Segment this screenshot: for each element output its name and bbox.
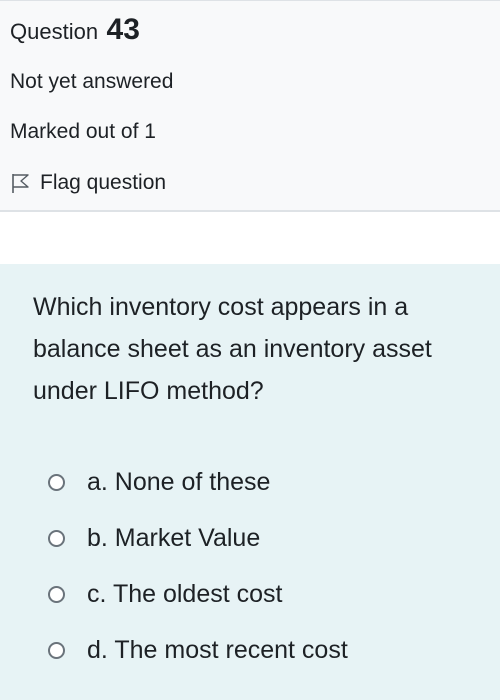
question-state: Not yet answered xyxy=(10,70,174,93)
answer-label-c: c. The oldest cost xyxy=(87,579,283,608)
answer-label-d: d. The most recent cost xyxy=(87,635,348,664)
radio-button-d[interactable] xyxy=(48,641,65,659)
question-grade: Marked out of 1 xyxy=(10,120,156,143)
answer-label-a: a. None of these xyxy=(87,467,271,496)
answer-option-b[interactable]: b. Market Value xyxy=(48,510,348,566)
radio-button-c[interactable] xyxy=(48,585,65,603)
answer-option-d[interactable]: d. The most recent cost xyxy=(48,622,348,678)
flag-question-label: Flag question xyxy=(40,171,167,194)
question-number: 43 xyxy=(106,13,140,46)
question-header: Question 43 xyxy=(10,13,140,47)
answer-option-c[interactable]: c. The oldest cost xyxy=(48,566,348,622)
flag-icon xyxy=(10,172,30,194)
answer-label-b: b. Market Value xyxy=(87,523,261,552)
answer-options: a. None of these b. Market Value c. The … xyxy=(48,454,348,678)
radio-button-a[interactable] xyxy=(48,473,65,491)
radio-button-b[interactable] xyxy=(48,529,65,547)
question-info-panel: Question 43 Not yet answered Marked out … xyxy=(0,0,500,212)
question-content-panel: Which inventory cost appears in a balanc… xyxy=(0,264,500,700)
question-text: Which inventory cost appears in a balanc… xyxy=(33,293,432,405)
flag-question-button[interactable]: Flag question xyxy=(10,169,166,197)
question-label: Question xyxy=(10,19,99,44)
answer-option-a[interactable]: a. None of these xyxy=(48,454,348,510)
